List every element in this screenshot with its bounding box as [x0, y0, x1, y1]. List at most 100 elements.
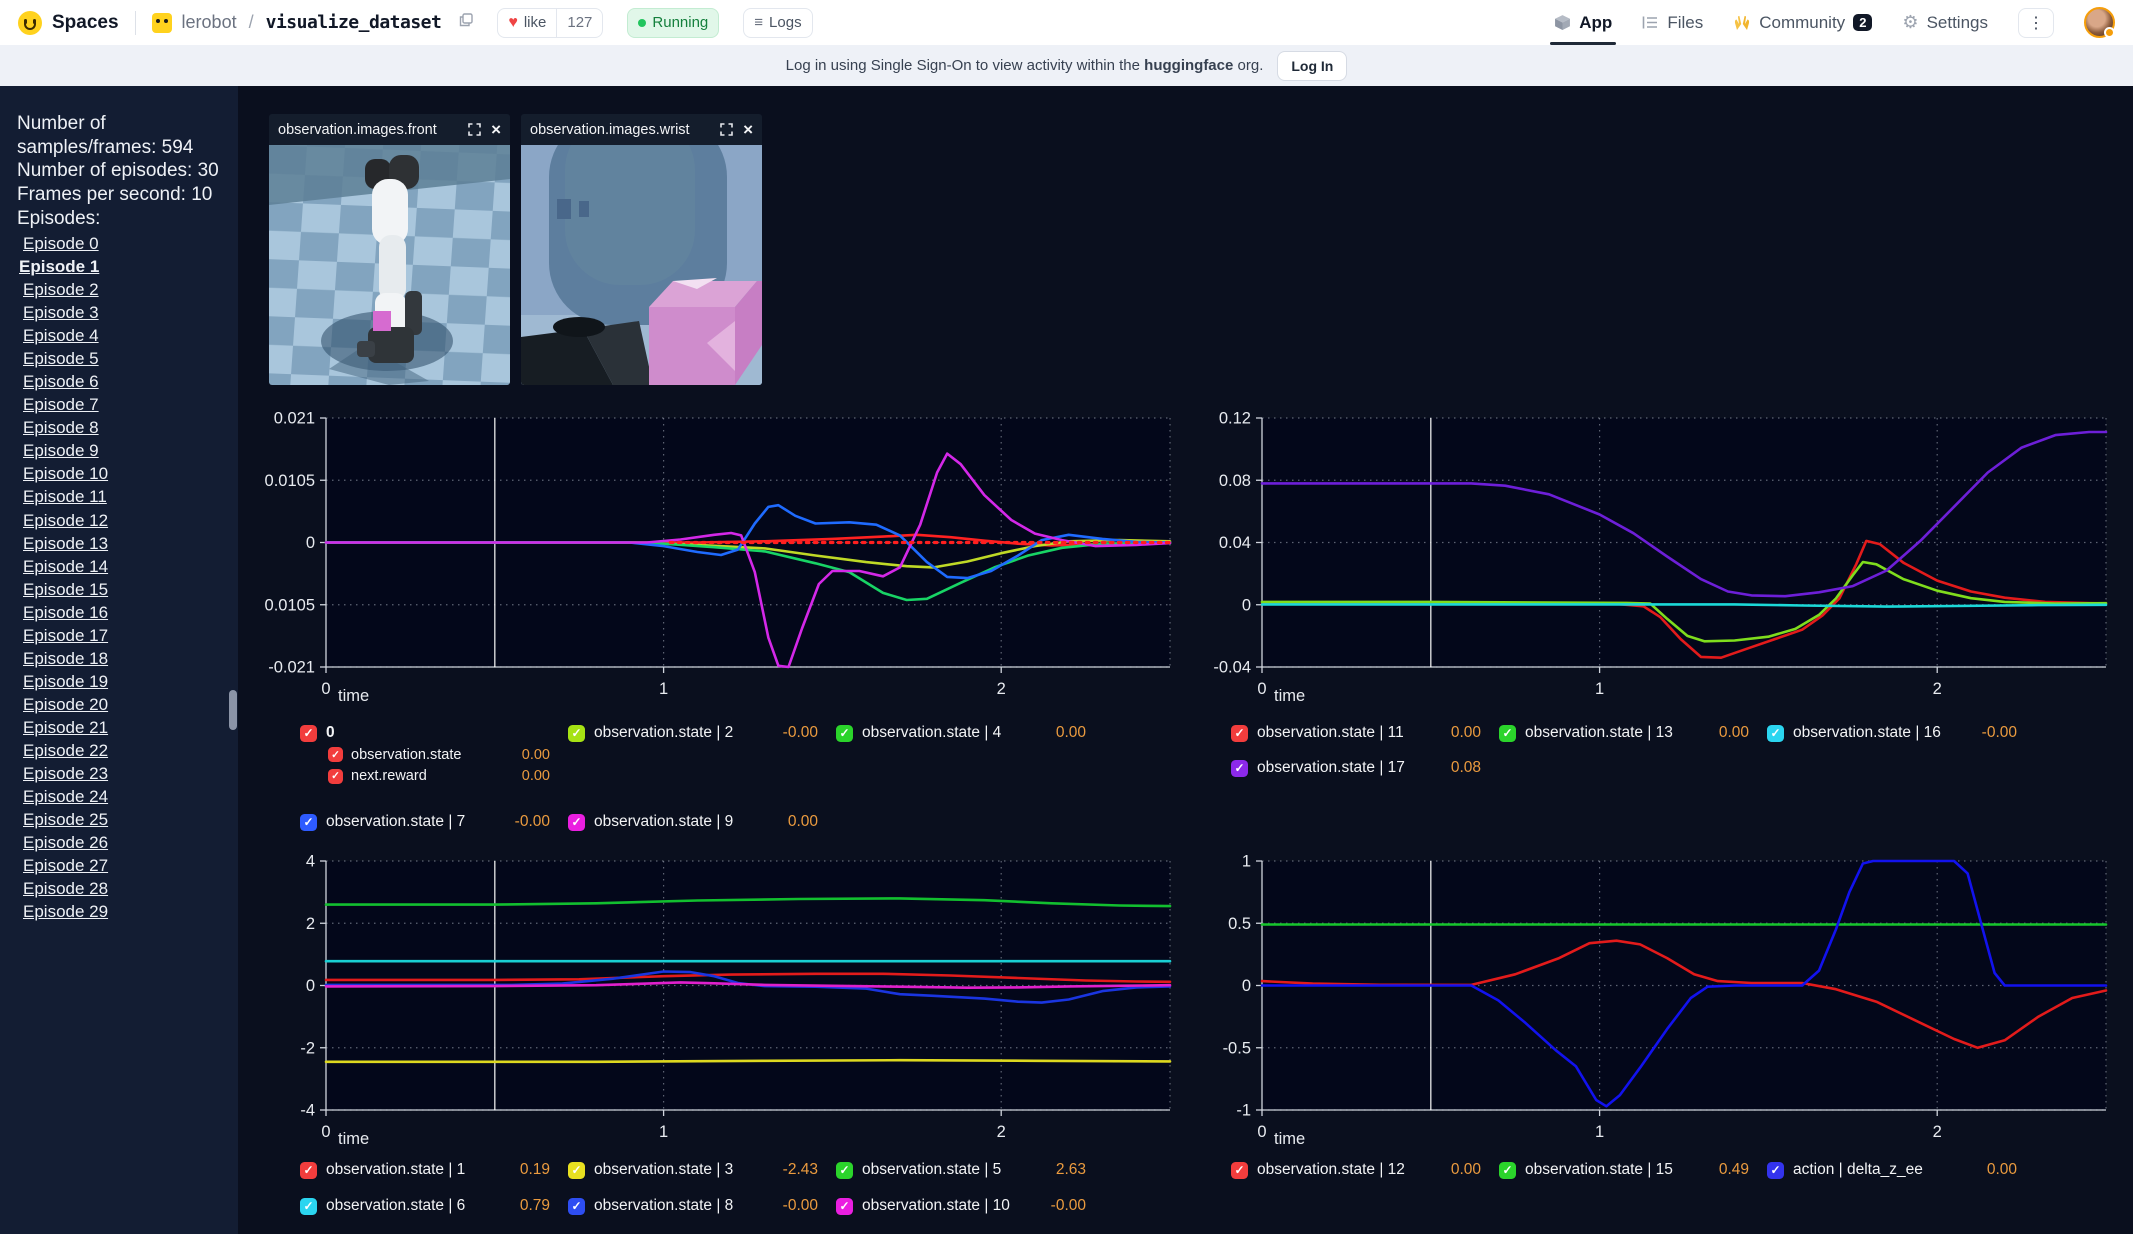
tab-settings[interactable]: ⚙ Settings — [1902, 0, 1988, 45]
episode-link[interactable]: Episode 16 — [23, 603, 108, 622]
legend-checkbox[interactable]: ✓ — [836, 725, 853, 742]
episode-link[interactable]: Episode 17 — [23, 626, 108, 645]
user-avatar[interactable] — [2084, 7, 2115, 38]
running-dot-icon — [638, 19, 646, 27]
logs-button[interactable]: ≡Logs — [743, 8, 812, 38]
fullscreen-icon[interactable] — [468, 123, 481, 136]
episode-list-item: Episode 0 — [17, 233, 224, 256]
episode-link[interactable]: Episode 22 — [23, 741, 108, 760]
legend-checkbox[interactable]: ✓ — [568, 725, 585, 742]
episode-link[interactable]: Episode 25 — [23, 810, 108, 829]
episode-link[interactable]: Episode 6 — [23, 372, 99, 391]
episode-list-item: Episode 10 — [17, 463, 224, 486]
login-button[interactable]: Log In — [1277, 51, 1347, 81]
legend-item: ✓observation.state | 90.00 — [568, 811, 818, 833]
legend-checkbox[interactable]: ✓ — [1499, 1162, 1516, 1179]
episode-link[interactable]: Episode 11 — [23, 487, 107, 506]
legend-value: 0.00 — [1711, 724, 1749, 742]
x-axis-label: time — [338, 687, 369, 705]
tab-files[interactable]: Files — [1642, 0, 1703, 45]
close-icon[interactable]: × — [743, 121, 753, 138]
legend-checkbox[interactable]: ✓ — [328, 747, 343, 762]
episode-link[interactable]: Episode 20 — [23, 695, 108, 714]
legend-checkbox[interactable]: ✓ — [300, 814, 317, 831]
sidebar-scrollbar-thumb[interactable] — [229, 690, 237, 730]
episode-link[interactable]: Episode 15 — [23, 580, 108, 599]
episode-link[interactable]: Episode 10 — [23, 464, 108, 483]
legend-checkbox[interactable]: ✓ — [836, 1162, 853, 1179]
legend-checkbox[interactable]: ✓ — [300, 1198, 317, 1215]
episode-link[interactable]: Episode 12 — [23, 511, 108, 530]
top-header: Spaces lerobot / visualize_dataset ♥like… — [0, 0, 2133, 45]
space-name[interactable]: visualize_dataset — [266, 12, 442, 33]
legend-cell: ✓observation.state | 10-0.00 — [836, 1195, 1104, 1217]
episode-link[interactable]: Episode 5 — [23, 349, 99, 368]
legend-checkbox[interactable]: ✓ — [328, 769, 343, 784]
svg-text:0: 0 — [306, 977, 315, 995]
episode-link[interactable]: Episode 14 — [23, 557, 108, 576]
legend-item: ✓observation.state | 52.63 — [836, 1159, 1086, 1181]
close-icon[interactable]: × — [491, 121, 501, 138]
legend-label: observation.state | 13 — [1525, 724, 1673, 742]
legend-checkbox[interactable]: ✓ — [568, 1198, 585, 1215]
legend-checkbox[interactable]: ✓ — [836, 1198, 853, 1215]
legend-checkbox[interactable]: ✓ — [1767, 725, 1784, 742]
running-status-badge[interactable]: Running — [627, 8, 719, 38]
legend-item: ✓observation.state | 170.08 — [1231, 757, 1481, 779]
huggingface-logo-icon[interactable] — [18, 11, 42, 35]
episode-link[interactable]: Episode 27 — [23, 856, 108, 875]
episode-link[interactable]: Episode 29 — [23, 902, 108, 921]
episode-list-item: Episode 22 — [17, 740, 224, 763]
svg-text:0.0105: 0.0105 — [265, 472, 315, 490]
episode-link[interactable]: Episode 4 — [23, 326, 99, 345]
episode-link[interactable]: Episode 28 — [23, 879, 108, 898]
tab-app[interactable]: App — [1554, 0, 1612, 45]
episode-link[interactable]: Episode 18 — [23, 649, 108, 668]
episode-list-item: Episode 19 — [17, 671, 224, 694]
episode-list-item: Episode 15 — [17, 579, 224, 602]
episode-link[interactable]: Episode 7 — [23, 395, 99, 414]
header-divider — [135, 11, 136, 35]
episode-link[interactable]: Episode 9 — [23, 441, 99, 460]
like-button[interactable]: ♥like 127 — [497, 8, 603, 38]
legend-checkbox[interactable]: ✓ — [1231, 725, 1248, 742]
episode-link[interactable]: Episode 0 — [23, 234, 99, 253]
legend-checkbox[interactable]: ✓ — [1499, 725, 1516, 742]
legend-checkbox[interactable]: ✓ — [568, 1162, 585, 1179]
breadcrumb-slash: / — [249, 12, 254, 33]
copy-icon[interactable] — [459, 13, 473, 32]
legend-checkbox[interactable]: ✓ — [300, 725, 317, 742]
episode-link[interactable]: Episode 2 — [23, 280, 99, 299]
episode-list-item: Episode 24 — [17, 786, 224, 809]
more-options-button[interactable]: ⋮ — [2018, 8, 2054, 38]
legend-value: 0.19 — [512, 1161, 550, 1179]
svg-text:-2: -2 — [300, 1039, 315, 1057]
episode-link[interactable]: Episode 23 — [23, 764, 108, 783]
legend-checkbox[interactable]: ✓ — [1231, 760, 1248, 777]
episode-link[interactable]: Episode 24 — [23, 787, 108, 806]
wrist-camera-image — [521, 145, 762, 385]
chart-top-right: 0.120.080.040-0.04012time — [1174, 404, 2118, 716]
legend-checkbox[interactable]: ✓ — [1231, 1162, 1248, 1179]
legend-item: ✓observation.state | 110.00 — [1231, 722, 1481, 744]
legend-checkbox[interactable]: ✓ — [568, 814, 585, 831]
episode-link[interactable]: Episode 3 — [23, 303, 99, 322]
episode-link[interactable]: Episode 19 — [23, 672, 108, 691]
legend-checkbox[interactable]: ✓ — [300, 1162, 317, 1179]
episode-link[interactable]: Episode 1 — [19, 257, 99, 276]
episode-link[interactable]: Episode 26 — [23, 833, 108, 852]
running-label: Running — [652, 14, 708, 31]
lerobot-org-icon[interactable] — [152, 13, 172, 33]
episode-link[interactable]: Episode 21 — [23, 718, 108, 737]
legend-checkbox[interactable]: ✓ — [1767, 1162, 1784, 1179]
legend-item: ✓observation.state | 3-2.43 — [568, 1159, 818, 1181]
episode-link[interactable]: Episode 13 — [23, 534, 108, 553]
spaces-brand[interactable]: Spaces — [52, 12, 119, 34]
org-name-link[interactable]: lerobot — [182, 12, 237, 33]
episode-link[interactable]: Episode 8 — [23, 418, 99, 437]
tab-community[interactable]: Community 2 — [1733, 0, 1872, 45]
legend-value: -0.00 — [1974, 724, 2017, 742]
legend-label: observation.state | 5 — [862, 1161, 1001, 1179]
fullscreen-icon[interactable] — [720, 123, 733, 136]
episode-list-item: Episode 26 — [17, 832, 224, 855]
